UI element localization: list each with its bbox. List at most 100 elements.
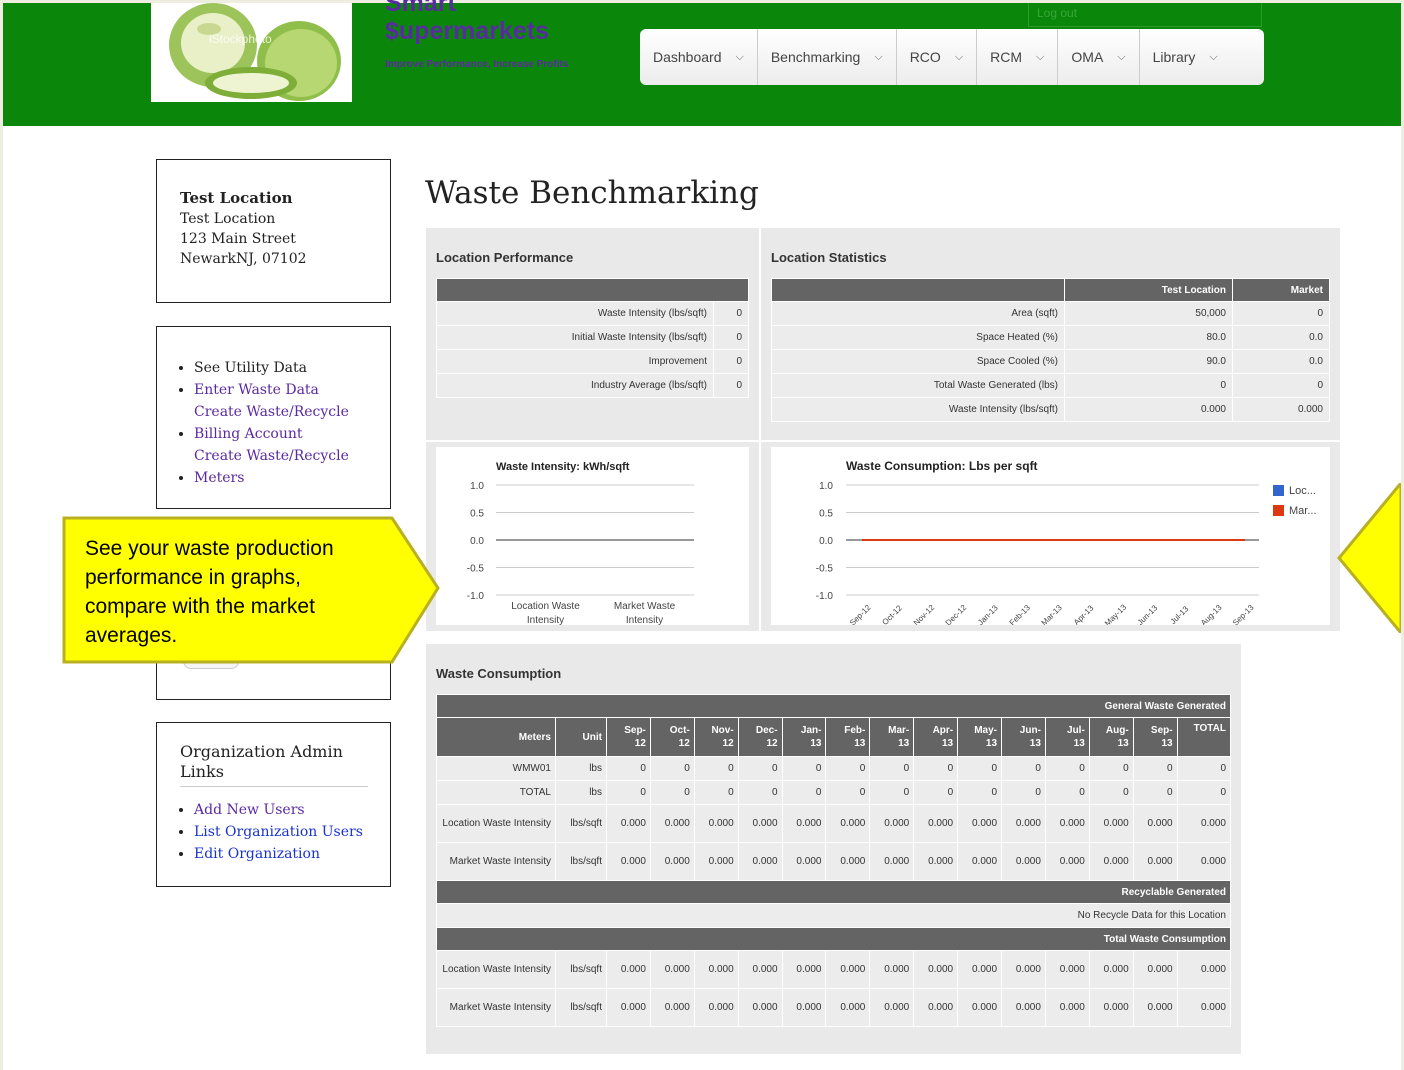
row-value: 0.000	[606, 988, 651, 1027]
main-nav: Dashboard ⌵ Benchmarking ⌵ RCO ⌵ RCM ⌵ OMA ⌵ …	[640, 29, 1264, 85]
row-value: 0.000	[737, 804, 783, 843]
row-value: 0.000	[649, 804, 695, 843]
section-header-row: Recyclable Generated	[436, 880, 1231, 904]
link-create-billing-account[interactable]: Create Waste/Recycle Billing Account	[194, 401, 354, 445]
row-value: 0.000	[957, 988, 1003, 1027]
x-tick-label: Sep-13	[1231, 603, 1256, 625]
table-row: Total Waste Generated (lbs) 0 0	[771, 373, 1330, 398]
statistics-title: Location Statistics	[771, 250, 887, 265]
row-value: 0.000	[1088, 842, 1134, 881]
row-value: 0.000	[737, 988, 783, 1027]
row-value: 0	[693, 780, 739, 805]
link-enter-waste-data[interactable]: Enter Waste Data	[194, 379, 390, 401]
y-tick-label: -0.5	[816, 564, 834, 575]
row-label: Waste Intensity (lbs/sqft)	[436, 301, 714, 326]
performance-title: Location Performance	[436, 250, 574, 265]
link-add-new-users[interactable]: Add New Users	[194, 799, 390, 821]
row-meter: Location Waste Intensity	[436, 950, 556, 989]
x-tick-line: Intensity	[626, 615, 663, 625]
row-value: 0.000	[913, 988, 959, 1027]
row-value: 0	[1088, 780, 1134, 805]
nav-rco[interactable]: RCO ⌵	[897, 29, 978, 85]
row-value: 0.000	[693, 842, 739, 881]
row-value: 0	[1132, 780, 1178, 805]
row-value: 0.000	[1132, 804, 1178, 843]
link-edit-organization[interactable]: Edit Organization	[194, 843, 390, 865]
y-tick-label: 0.0	[819, 536, 833, 547]
row-total: 0.000	[1176, 842, 1232, 881]
location-line1: Test Location	[180, 211, 276, 227]
y-tick-label: 0.0	[470, 536, 484, 547]
row-value: 0	[1044, 756, 1090, 781]
link-label: Add New Users	[194, 802, 305, 818]
row-value: 0	[713, 325, 749, 350]
row-location: 90.0	[1064, 349, 1233, 374]
nav-label: Dashboard	[653, 49, 722, 65]
legend-swatch	[1273, 485, 1284, 496]
chevron-down-icon: ⌵	[874, 50, 883, 63]
col-total: TOTAL	[1176, 717, 1232, 757]
nav-label: OMA	[1071, 49, 1104, 65]
legend-label: Mar...	[1289, 505, 1317, 517]
row-market: 0.000	[1232, 397, 1330, 422]
col-month: Jun- 13	[1001, 717, 1046, 757]
row-total: 0.000	[1176, 988, 1232, 1027]
location-line2: 123 Main Street	[180, 231, 296, 247]
table-row: Market Waste Intensity lbs/sqft 0.000 0.000…	[436, 988, 1232, 1027]
link-see-utility-data[interactable]: See Utility Data	[194, 357, 390, 379]
row-value: 0.000	[781, 988, 827, 1027]
row-value: 0	[693, 756, 739, 781]
link-label: Create Waste/Recycle Billing Account	[194, 404, 349, 442]
row-unit: lbs	[555, 756, 607, 781]
brand-tagline: Improve Performance, Increase Profits	[385, 59, 569, 70]
row-value: 0.000	[1088, 950, 1134, 989]
section-header-row: General Waste Generated	[436, 694, 1231, 718]
callout-text: See your waste production performance in…	[85, 537, 334, 647]
chart1-svg: Waste Intensity: kWh/sqft 1.0 0.5 0.0 -0.5 -1…	[467, 461, 694, 626]
admin-links-box: Organization Admin Links Add New Users L…	[156, 722, 391, 887]
no-data-message: No Recycle Data for this Location	[436, 903, 1231, 928]
nav-rcm[interactable]: RCM ⌵	[977, 29, 1059, 85]
admin-title: Organization Admin Links	[180, 742, 368, 787]
logo-image[interactable]: iStockphoto	[151, 3, 352, 102]
row-value: 0.000	[825, 804, 871, 843]
section-header: Total Waste Consumption	[436, 927, 1231, 951]
row-value: 0.000	[1044, 804, 1090, 843]
row-value: 0	[649, 780, 695, 805]
row-meter: Market Waste Intensity	[436, 842, 556, 881]
link-create-meters[interactable]: Create Waste/Recycle Meters	[194, 445, 354, 489]
table-header-row: Test Location Market	[771, 278, 1330, 302]
logout-link[interactable]: Log out	[1028, 3, 1262, 27]
link-label: Enter Waste Data	[194, 382, 319, 398]
brand-name[interactable]: Smart $upermarkets	[385, 0, 549, 45]
row-label: Industry Average (lbs/sqft)	[436, 373, 714, 398]
row-value: 0	[737, 780, 783, 805]
link-label: Edit Organization	[194, 846, 320, 862]
table-row: Improvement 0	[436, 349, 749, 374]
table-row: Industry Average (lbs/sqft) 0	[436, 373, 749, 398]
row-value: 0.000	[1088, 988, 1134, 1027]
location-line3: NewarkNJ, 07102	[180, 251, 307, 267]
chevron-down-icon: ⌵	[1036, 50, 1045, 63]
row-location: 0.000	[1064, 397, 1233, 422]
row-value: 0.000	[606, 842, 651, 881]
row-unit: lbs/sqft	[555, 988, 607, 1027]
row-value: 0	[781, 780, 827, 805]
row-total: 0.000	[1176, 950, 1232, 989]
y-tick-label: -1.0	[816, 591, 834, 602]
nav-library[interactable]: Library ⌵	[1140, 29, 1231, 85]
nav-oma[interactable]: OMA ⌵	[1058, 29, 1140, 85]
nav-benchmarking[interactable]: Benchmarking ⌵	[758, 29, 897, 85]
table-row: Area (sqft) 50,000 0	[771, 301, 1330, 326]
x-tick-line: Intensity	[527, 615, 564, 625]
row-value: 0.000	[1044, 950, 1090, 989]
performance-table: Waste Intensity (lbs/sqft) 0 Initial Wast…	[436, 278, 749, 398]
row-value: 0.000	[781, 804, 827, 843]
consumption-title: Waste Consumption	[436, 666, 562, 681]
nav-dashboard[interactable]: Dashboard ⌵	[640, 29, 758, 85]
link-list-org-users[interactable]: List Organization Users	[194, 821, 390, 843]
row-value: 0.000	[1132, 988, 1178, 1027]
row-value: 0.000	[1001, 950, 1046, 989]
row-meter: Market Waste Intensity	[436, 988, 556, 1027]
header-bar: iStockphoto Smart $upermarkets Improve P…	[3, 0, 1401, 126]
